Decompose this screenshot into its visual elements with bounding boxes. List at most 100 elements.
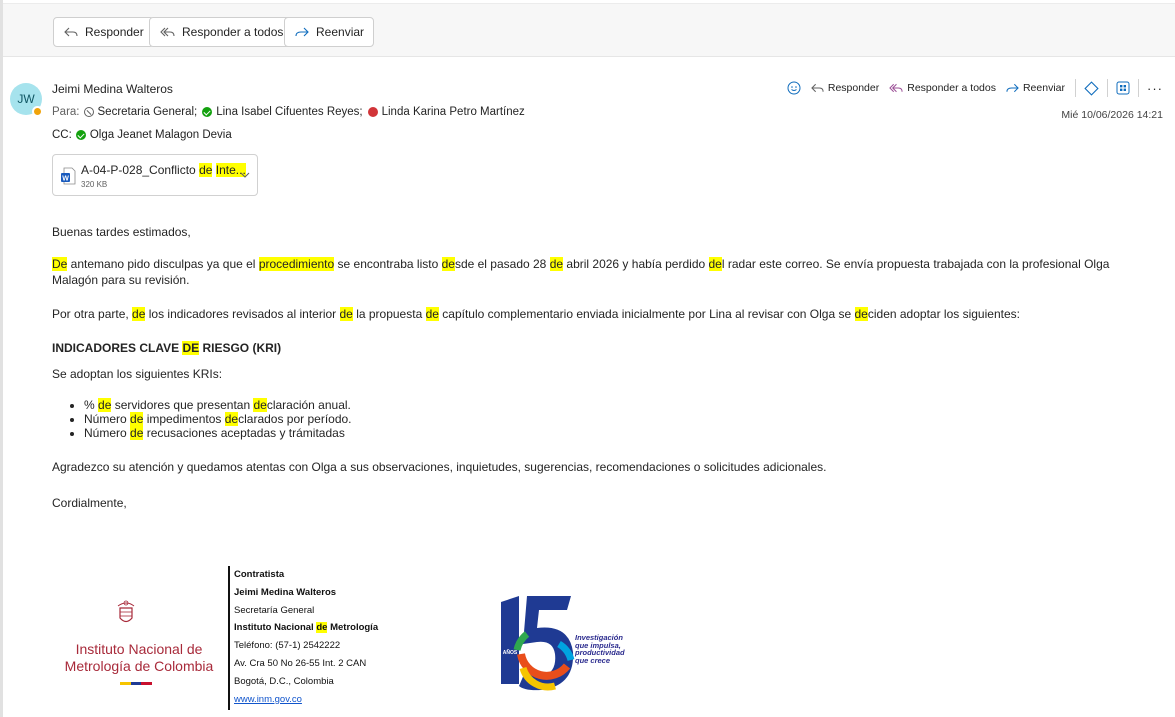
- search-highlight: de: [130, 426, 144, 440]
- reply-action[interactable]: Responder: [811, 82, 879, 94]
- copilot-button[interactable]: [1084, 80, 1099, 96]
- attachment-card[interactable]: W A-04-P-028_Conflicto de Inte... 320 KB: [52, 154, 258, 196]
- search-highlight: de: [253, 398, 267, 412]
- text-run: capítulo complementario enviada inicialm…: [438, 307, 855, 321]
- to-label: Para:: [52, 106, 80, 118]
- reply-all-action-label: Responder a todos: [907, 82, 996, 94]
- recipient-name: Linda Karina Petro Martínez: [381, 106, 525, 118]
- reply-button[interactable]: Responder: [53, 17, 154, 47]
- apps-button[interactable]: [1116, 81, 1130, 95]
- text-run: abril 2026 y había perdido: [563, 257, 709, 271]
- presence-away-icon: [32, 106, 43, 117]
- list-item: Número de impedimentos declarados por pe…: [84, 412, 352, 426]
- signature-phone: Teléfono: (57-1) 2542222: [234, 640, 341, 652]
- message-date: Mié 10/06/2026 14:21: [1061, 109, 1163, 121]
- message-toolbar: Responder Responder a todos Reenviar: [3, 3, 1175, 57]
- text-run: antemano pido disculpas ya que el: [67, 257, 259, 271]
- text-run: %: [84, 398, 99, 412]
- svg-text:W: W: [62, 176, 69, 183]
- text-run: Metrología: [327, 622, 379, 634]
- avatar-initials: JW: [17, 92, 35, 106]
- presence-busy-icon: [367, 107, 378, 117]
- recipient-linda[interactable]: Linda Karina Petro Martínez: [367, 106, 525, 118]
- slogan-line: que crece: [575, 655, 611, 665]
- recipient-name: Olga Jeanet Malagon Devia: [89, 129, 232, 141]
- search-highlight: de: [441, 257, 455, 271]
- text-run: la propuesta: [352, 307, 426, 321]
- cc-label: CC:: [52, 129, 72, 141]
- header-actions: Responder Responder a todos Reenviar ···: [777, 79, 1163, 97]
- presence-available-icon: [75, 130, 86, 140]
- text-run: claración anual.: [266, 398, 351, 412]
- search-highlight: de: [425, 307, 439, 321]
- sender-name[interactable]: Jeimi Medina Walteros: [52, 82, 173, 96]
- chevron-down-icon[interactable]: [239, 169, 251, 181]
- recipient-olga[interactable]: Olga Jeanet Malagon Devia: [75, 129, 232, 141]
- text-run: Instituto Nacional: [234, 622, 317, 634]
- forward-icon: [1006, 83, 1019, 93]
- kri-list: % de servidores que presentan declaració…: [52, 398, 352, 440]
- search-highlight: procedimiento: [258, 257, 335, 271]
- search-highlight: de: [549, 257, 564, 271]
- forward-action-label: Reenviar: [1022, 82, 1065, 94]
- org-logo-text: Instituto Nacional de Metrología de Colo…: [58, 641, 220, 675]
- website-link[interactable]: www.inm.gov.co: [234, 694, 302, 705]
- search-highlight: de: [199, 163, 213, 177]
- body-paragraph-1: De antemano pido disculpas ya que el pro…: [52, 256, 1152, 288]
- window-edge: [0, 0, 3, 717]
- signature-details: Contratista Jeimi Medina Walteros Secret…: [234, 566, 378, 708]
- cc-recipients: CC: Olga Jeanet Malagon Devia: [52, 129, 237, 141]
- reply-all-button[interactable]: Responder a todos: [149, 17, 294, 47]
- forward-label: Reenviar: [316, 25, 365, 39]
- recipient-secretaria[interactable]: Secretaria General;: [83, 106, 197, 118]
- to-recipients: Para: Secretaria General; Lina Isabel Ci…: [52, 106, 530, 118]
- signature-name: Jeimi Medina Walteros: [234, 586, 337, 598]
- divider: [1138, 79, 1139, 97]
- forward-action[interactable]: Reenviar: [1006, 82, 1065, 94]
- search-highlight: de: [316, 622, 328, 634]
- diamond-icon: [1084, 80, 1099, 96]
- list-intro: Se adoptan los siguientes KRIs:: [52, 367, 223, 381]
- reply-icon: [64, 27, 78, 37]
- search-highlight: de: [132, 307, 146, 321]
- text-run: recusaciones aceptadas y trámitadas: [143, 426, 345, 440]
- search-highlight: de: [224, 412, 239, 426]
- text-run: impedimentos: [143, 412, 225, 426]
- text-run: servidores que presentan: [111, 398, 254, 412]
- search-highlight: de: [339, 307, 353, 321]
- org-logo-line: Instituto Nacional de: [75, 641, 203, 657]
- presence-available-icon: [202, 107, 213, 117]
- list-item: % de servidores que presentan declaració…: [84, 398, 352, 412]
- more-options-button[interactable]: ···: [1147, 81, 1163, 96]
- org-logo-line: Metrología de Colombia: [64, 658, 214, 674]
- signature-org: Instituto Nacional de Metrología: [234, 619, 378, 637]
- word-file-icon: W: [61, 167, 76, 185]
- coat-of-arms-icon: [117, 600, 135, 623]
- text-run: INDICADORES CLAVE: [52, 341, 183, 355]
- reply-action-label: Responder: [827, 82, 880, 94]
- recipient-lina[interactable]: Lina Isabel Cifuentes Reyes;: [202, 106, 363, 118]
- anniversary-slogan: Investigación que impulsa, productividad…: [575, 634, 625, 664]
- text-run: RIESGO (KRI): [199, 341, 282, 355]
- emoji-reaction-button[interactable]: [787, 81, 801, 95]
- reply-all-action[interactable]: Responder a todos: [889, 82, 996, 94]
- text-run: sde el pasado 28: [454, 257, 550, 271]
- text-run: Número: [84, 426, 131, 440]
- signature-address: Av. Cra 50 No 26-55 Int. 2 CAN: [234, 657, 367, 669]
- search-highlight: de: [708, 257, 722, 271]
- signature-dept: Secretaría General: [234, 604, 315, 616]
- search-highlight: de: [854, 307, 868, 321]
- forward-button[interactable]: Reenviar: [284, 17, 375, 47]
- reply-all-icon: [160, 27, 175, 37]
- body-paragraph-2: Por otra parte, de los indicadores revis…: [52, 306, 1020, 322]
- smiley-icon: [787, 81, 801, 95]
- forward-icon: [295, 27, 309, 37]
- colombia-flag-stripe: [120, 682, 153, 685]
- text-run: ciden adoptar los siguientes:: [867, 307, 1020, 321]
- recipient-name: Lina Isabel Cifuentes Reyes;: [216, 106, 363, 118]
- reply-label: Responder: [85, 25, 144, 39]
- section-heading: INDICADORES CLAVE DE RIESGO (KRI): [52, 340, 281, 356]
- signature-role: Contratista: [234, 569, 285, 580]
- anniversary-years-label: AÑOS: [503, 649, 518, 656]
- closing: Cordialmente,: [52, 496, 127, 510]
